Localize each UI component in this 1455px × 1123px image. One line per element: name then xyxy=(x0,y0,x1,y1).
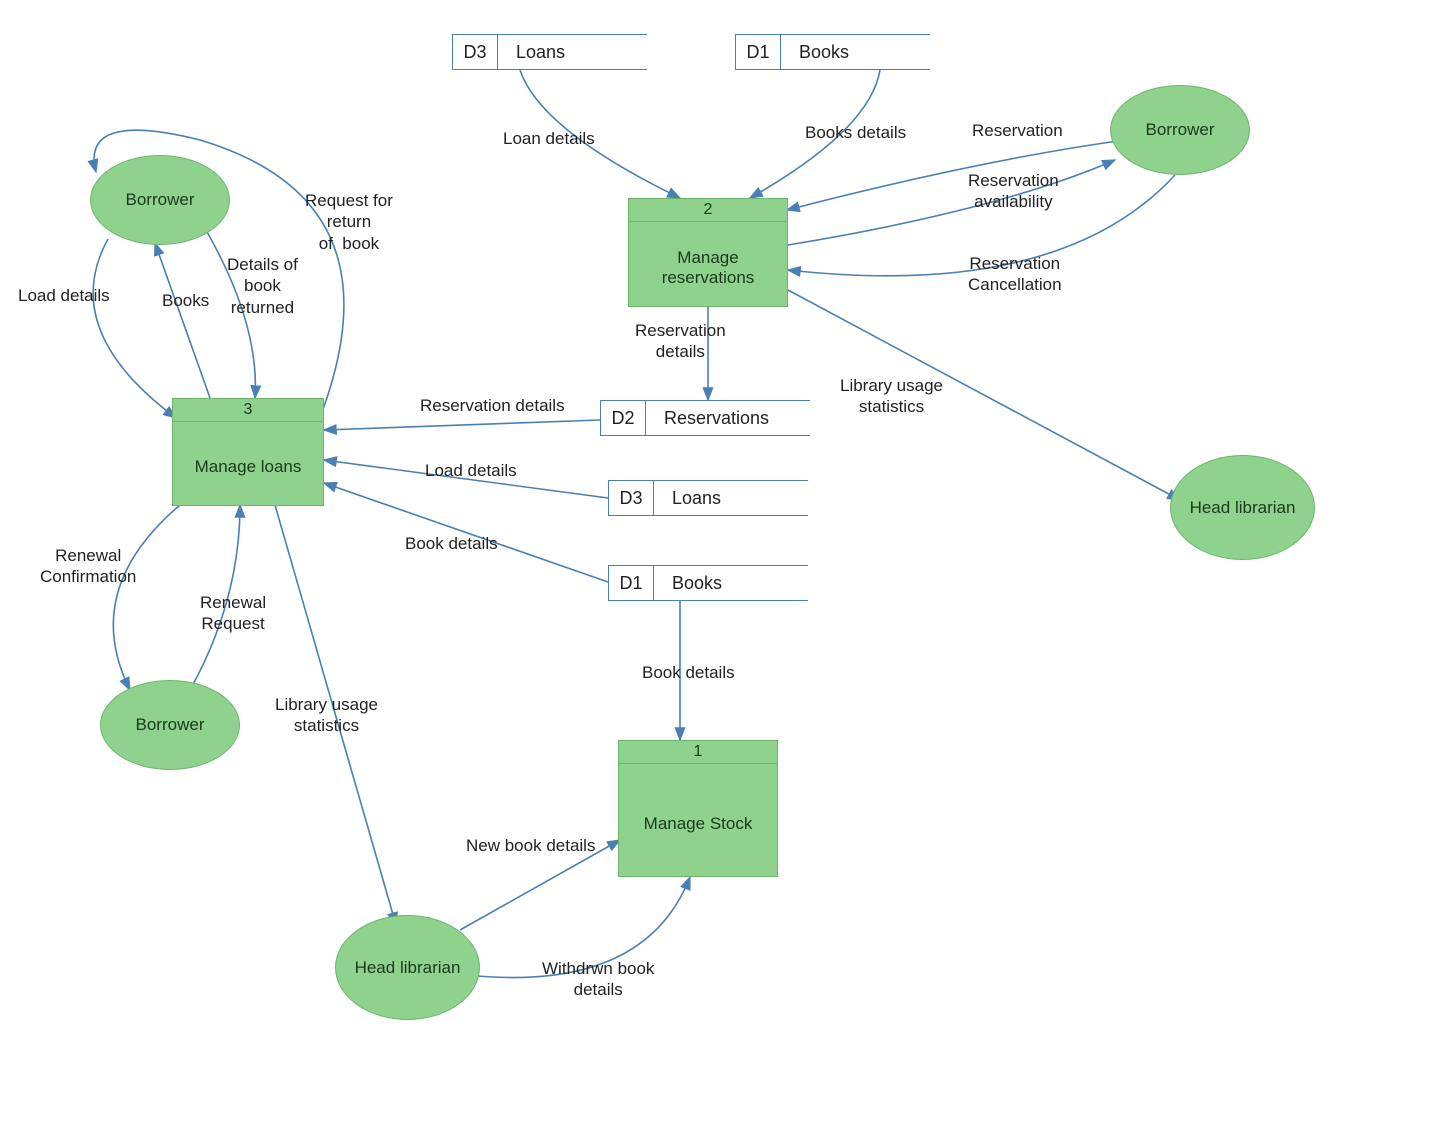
entity-borrower-right: Borrower xyxy=(1110,85,1250,175)
datastore-id: D3 xyxy=(608,481,654,515)
flow-renewal-request: Renewal Request xyxy=(200,592,266,635)
datastore-name: Loans xyxy=(498,35,647,69)
flow-reservation-details-b: Reservation details xyxy=(420,395,565,416)
flow-loan-details: Loan details xyxy=(503,128,595,149)
entity-label: Head librarian xyxy=(355,958,461,978)
flow-book-details-b: Book details xyxy=(642,662,735,683)
flow-load-details-b: Load details xyxy=(425,460,517,481)
datastore-books-top: D1 Books xyxy=(735,34,930,70)
datastore-name: Loans xyxy=(654,481,808,515)
flow-reservation-details-a: Reservation details xyxy=(635,320,726,363)
entity-label: Borrower xyxy=(126,190,195,210)
datastore-id: D1 xyxy=(735,35,781,69)
datastore-name: Books xyxy=(654,566,808,600)
datastore-name: Books xyxy=(781,35,930,69)
flow-details-book-returned: Details of book returned xyxy=(227,254,298,318)
flow-library-usage-stats-b: Library usage statistics xyxy=(275,694,378,737)
datastore-loans-top: D3 Loans xyxy=(452,34,647,70)
process-manage-loans: 3 Manage loans xyxy=(172,398,324,506)
entity-borrower-top: Borrower xyxy=(90,155,230,245)
flow-books-details: Books details xyxy=(805,122,906,143)
flow-reservation-availability: Reservation availability xyxy=(968,170,1059,213)
datastore-id: D1 xyxy=(608,566,654,600)
flow-new-book-details: New book details xyxy=(466,835,595,856)
process-number: 2 xyxy=(629,199,787,222)
entity-label: Head librarian xyxy=(1190,498,1296,518)
process-manage-stock: 1 Manage Stock xyxy=(618,740,778,877)
flow-reservation: Reservation xyxy=(972,120,1063,141)
flow-load-details-a: Load details xyxy=(18,285,110,306)
flow-withdrawn-book-details: Withdrwn book details xyxy=(542,958,654,1001)
datastore-books-mid: D1 Books xyxy=(608,565,808,601)
flow-library-usage-stats-a: Library usage statistics xyxy=(840,375,943,418)
process-manage-reservations: 2 Manage reservations xyxy=(628,198,788,307)
process-title: Manage loans xyxy=(173,422,323,512)
entity-head-librarian-bottom: Head librarian xyxy=(335,915,480,1020)
diagram-connectors xyxy=(0,0,1455,1123)
datastore-id: D2 xyxy=(600,401,646,435)
flow-books: Books xyxy=(162,290,209,311)
datastore-loans-mid: D3 Loans xyxy=(608,480,808,516)
flow-renewal-confirmation: Renewal Confirmation xyxy=(40,545,136,588)
datastore-reservations: D2 Reservations xyxy=(600,400,810,436)
entity-label: Borrower xyxy=(136,715,205,735)
entity-borrower-bottom: Borrower xyxy=(100,680,240,770)
flow-reservation-cancellation: Reservation Cancellation xyxy=(968,253,1062,296)
process-title: Manage reservations xyxy=(629,222,787,313)
datastore-id: D3 xyxy=(452,35,498,69)
datastore-name: Reservations xyxy=(646,401,810,435)
flow-book-details-a: Book details xyxy=(405,533,498,554)
flow-request-return-book: Request for return of book xyxy=(305,190,393,254)
entity-head-librarian-right: Head librarian xyxy=(1170,455,1315,560)
process-number: 1 xyxy=(619,741,777,764)
process-title: Manage Stock xyxy=(619,764,777,883)
entity-label: Borrower xyxy=(1146,120,1215,140)
process-number: 3 xyxy=(173,399,323,422)
